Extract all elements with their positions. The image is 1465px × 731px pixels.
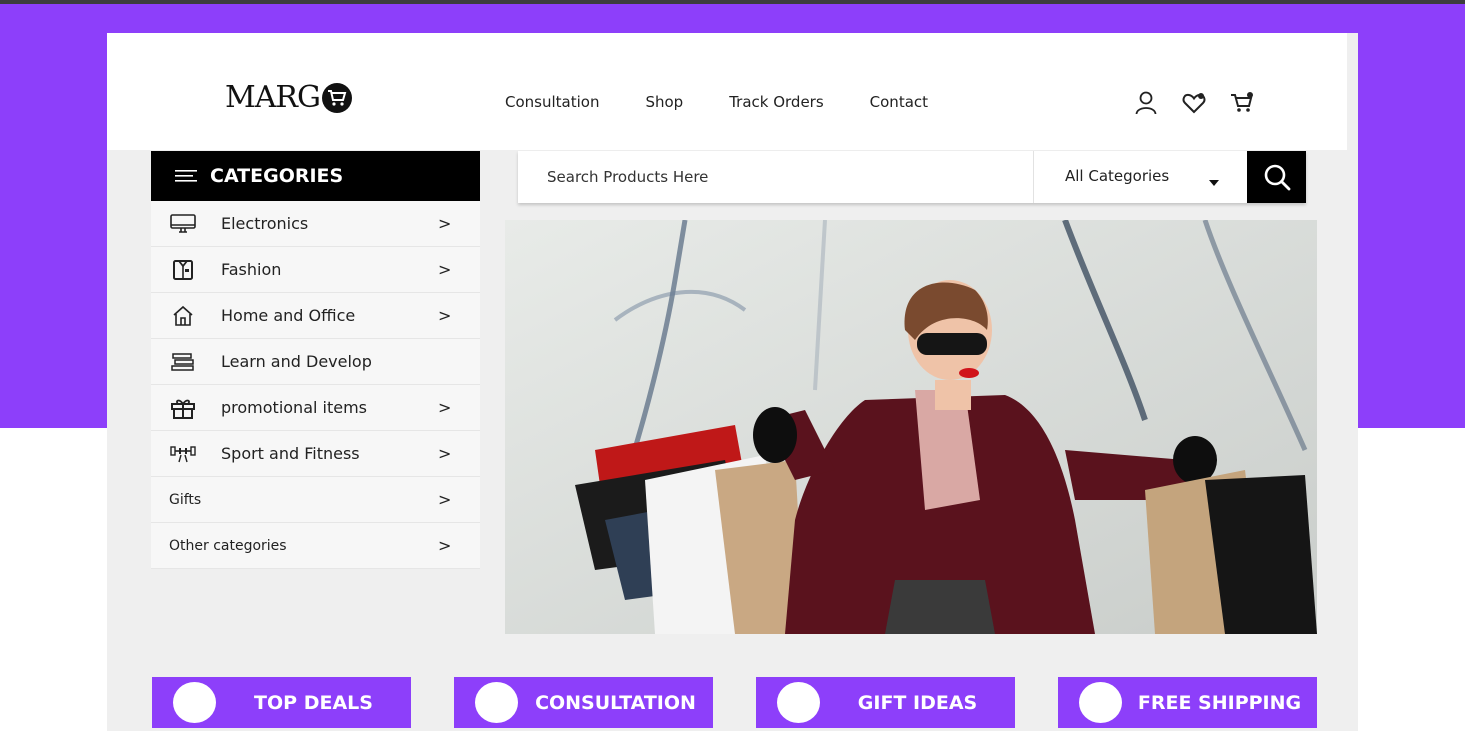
promo-label: CONSULTATION	[535, 691, 696, 714]
category-other[interactable]: Other categories >	[151, 523, 480, 569]
gift-icon	[169, 397, 197, 419]
chevron-right-icon: >	[438, 214, 452, 233]
promo-circle-icon	[475, 682, 518, 723]
category-promotional-items[interactable]: promotional items >	[151, 385, 480, 431]
home-icon	[169, 305, 197, 327]
heart-icon[interactable]	[1181, 90, 1207, 116]
category-label: Fashion	[221, 260, 282, 279]
logo-text: MARG	[225, 80, 321, 115]
search-divider	[1033, 151, 1034, 203]
chevron-right-icon: >	[438, 306, 452, 325]
category-gifts[interactable]: Gifts >	[151, 477, 480, 523]
categories-panel: CATEGORIES Electronics > Fashion > Home …	[151, 151, 480, 569]
site-header: MARG Consultation Shop Track Orders Cont…	[107, 33, 1347, 150]
category-label: Electronics	[221, 214, 309, 233]
promo-label: FREE SHIPPING	[1137, 691, 1302, 714]
category-electronics[interactable]: Electronics >	[151, 201, 480, 247]
chevron-right-icon: >	[438, 536, 452, 555]
promo-circle-icon	[1079, 682, 1122, 723]
category-label: promotional items	[221, 398, 368, 417]
category-home-and-office[interactable]: Home and Office >	[151, 293, 480, 339]
category-learn-and-develop[interactable]: Learn and Develop	[151, 339, 480, 385]
chevron-right-icon: >	[438, 260, 452, 279]
monitor-icon	[169, 213, 197, 235]
search-input[interactable]	[518, 151, 1033, 203]
promo-consultation-button[interactable]: CONSULTATION	[454, 677, 713, 728]
nav-consultation[interactable]: Consultation	[505, 93, 599, 111]
page-frame: MARG Consultation Shop Track Orders Cont…	[107, 33, 1358, 731]
nav-shop[interactable]: Shop	[645, 93, 683, 111]
category-label: Learn and Develop	[221, 352, 372, 371]
shirt-icon	[169, 259, 197, 281]
search-button[interactable]	[1247, 151, 1306, 203]
site-logo[interactable]: MARG	[225, 80, 352, 115]
nav-track-orders[interactable]: Track Orders	[729, 93, 823, 111]
promo-label: GIFT IDEAS	[857, 691, 978, 714]
chevron-right-icon: >	[438, 398, 452, 417]
chevron-right-icon: >	[438, 444, 452, 463]
promo-free-shipping-button[interactable]: FREE SHIPPING	[1058, 677, 1317, 728]
main-nav: Consultation Shop Track Orders Contact	[505, 93, 974, 111]
promo-circle-icon	[173, 682, 216, 723]
books-icon	[169, 351, 197, 373]
promo-gift-ideas-button[interactable]: GIFT IDEAS	[756, 677, 1015, 728]
categories-list: Electronics > Fashion > Home and Office …	[151, 201, 480, 569]
category-sport-and-fitness[interactable]: Sport and Fitness >	[151, 431, 480, 477]
category-label: Home and Office	[221, 306, 356, 325]
cart-icon[interactable]	[1229, 90, 1255, 116]
menu-icon	[175, 169, 197, 183]
search-icon	[1264, 164, 1290, 191]
category-label: Sport and Fitness	[221, 444, 360, 463]
caret-down-icon[interactable]	[1208, 172, 1220, 191]
category-select[interactable]: All Categories	[1065, 167, 1169, 185]
category-label: Other categories	[169, 537, 287, 554]
search-bar: All Categories	[518, 151, 1306, 203]
chevron-right-icon: >	[438, 490, 452, 509]
categories-header[interactable]: CATEGORIES	[151, 151, 480, 201]
hero-shopping-woman-illustration	[505, 220, 1317, 634]
dumbbell-icon	[169, 443, 197, 465]
promo-circle-icon	[777, 682, 820, 723]
nav-contact[interactable]: Contact	[870, 93, 928, 111]
promo-top-deals-button[interactable]: TOP DEALS	[152, 677, 411, 728]
promo-label: TOP DEALS	[254, 691, 373, 714]
user-icon[interactable]	[1133, 90, 1159, 116]
logo-cart-icon	[321, 82, 352, 113]
header-actions	[1133, 90, 1255, 116]
category-label: Gifts	[169, 491, 202, 508]
category-fashion[interactable]: Fashion >	[151, 247, 480, 293]
hero-banner-image[interactable]	[505, 220, 1317, 634]
categories-title: CATEGORIES	[210, 165, 344, 187]
